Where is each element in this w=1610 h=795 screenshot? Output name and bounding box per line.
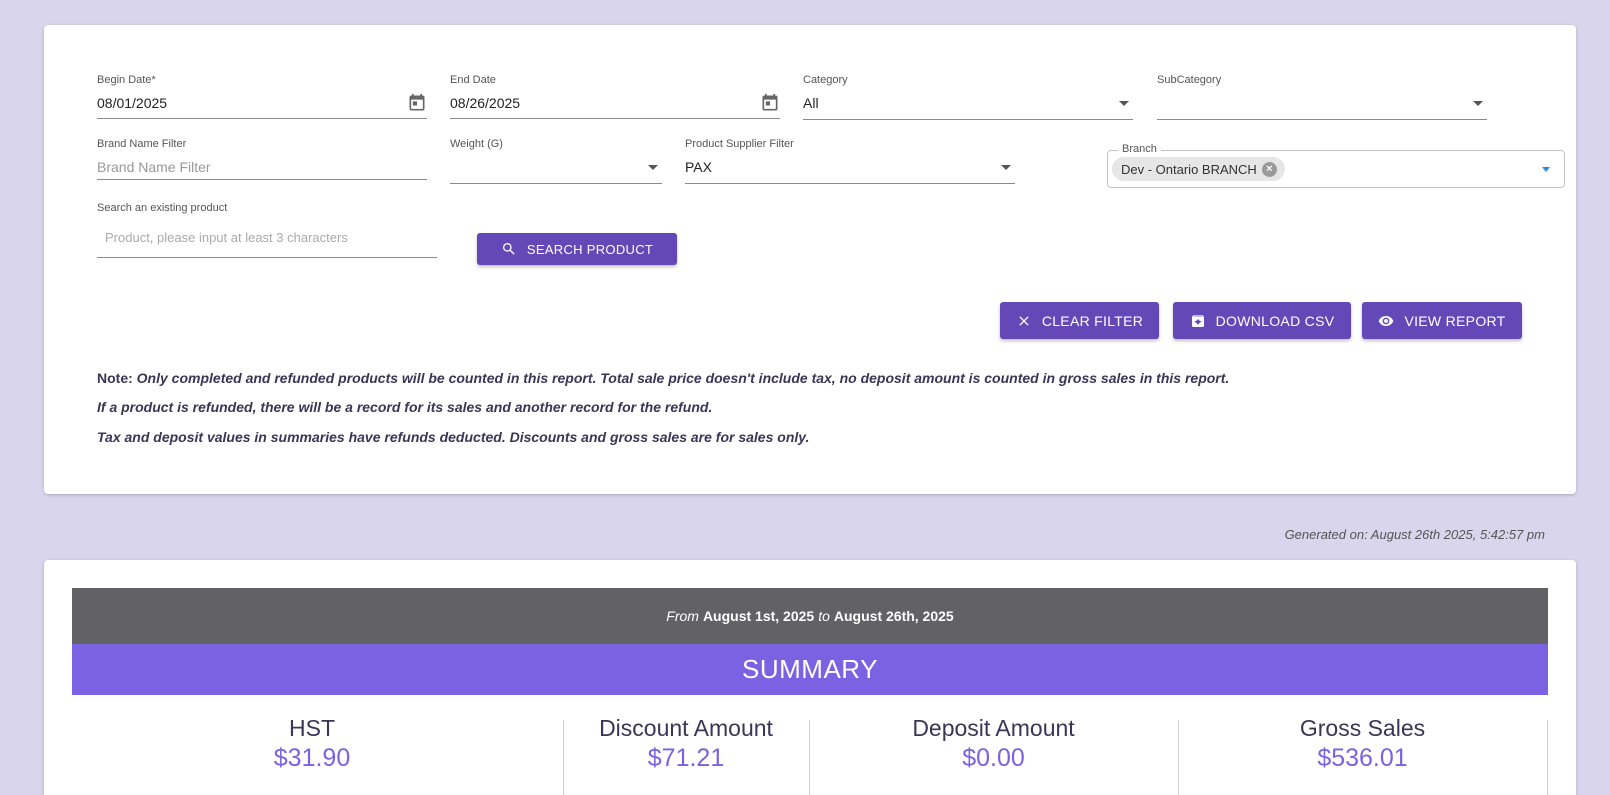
- range-to-date: August 26th, 2025: [833, 608, 954, 624]
- close-icon[interactable]: ×: [1261, 161, 1277, 177]
- search-product-label: SEARCH PRODUCT: [526, 241, 654, 257]
- stat-deposit-amount: Deposit Amount $0.00: [809, 715, 1178, 795]
- subcategory-select[interactable]: SubCategory: [1157, 74, 1487, 120]
- product-search-input[interactable]: Product, please input at least 3 charact…: [105, 230, 348, 245]
- product-supplier-label: Product Supplier Filter: [685, 138, 794, 150]
- weight-select[interactable]: Weight (G): [450, 138, 662, 184]
- clear-filter-button[interactable]: CLEAR FILTER: [1000, 302, 1159, 339]
- brand-name-filter[interactable]: Brand Name Filter Brand Name Filter: [97, 138, 427, 180]
- stat-value: $71.21: [647, 744, 725, 772]
- begin-date-field[interactable]: Begin Date* 08/01/2025: [97, 74, 427, 119]
- range-from-date: August 1st, 2025: [702, 608, 815, 624]
- chevron-down-icon[interactable]: [1473, 101, 1483, 106]
- calendar-icon[interactable]: [760, 93, 780, 113]
- divider: [1547, 720, 1548, 795]
- summary-title: SUMMARY: [72, 644, 1548, 695]
- range-to-label: to: [818, 608, 830, 624]
- note-line-3: Tax and deposit values in summaries have…: [97, 429, 810, 445]
- category-select[interactable]: Category All: [803, 74, 1133, 120]
- calendar-icon[interactable]: [407, 93, 427, 113]
- stat-gross-sales: Gross Sales $536.01: [1178, 715, 1547, 795]
- search-product-button[interactable]: SEARCH PRODUCT: [477, 233, 677, 265]
- weight-label: Weight (G): [450, 138, 503, 150]
- branch-select[interactable]: Branch Dev - Ontario BRANCH ×: [1107, 143, 1565, 188]
- stat-title: Deposit Amount: [912, 715, 1075, 741]
- date-range-bar: From August 1st, 2025 to August 26th, 20…: [72, 588, 1548, 644]
- report-card: From August 1st, 2025 to August 26th, 20…: [44, 560, 1576, 795]
- note-line-1: Note: Only completed and refunded produc…: [97, 370, 1229, 386]
- view-report-button[interactable]: VIEW REPORT: [1362, 302, 1522, 339]
- subcategory-label: SubCategory: [1157, 74, 1222, 86]
- branch-label: Branch: [1118, 143, 1161, 155]
- brand-name-placeholder[interactable]: Brand Name Filter: [97, 159, 211, 175]
- chevron-down-icon[interactable]: [1001, 165, 1011, 170]
- chevron-down-icon[interactable]: [1119, 101, 1129, 106]
- archive-icon: [1191, 314, 1204, 327]
- generated-timestamp: Generated on: August 26th 2025, 5:42:57 …: [1284, 527, 1545, 542]
- stat-discount-amount: Discount Amount $71.21: [563, 715, 809, 795]
- view-report-label: VIEW REPORT: [1404, 312, 1506, 329]
- download-csv-button[interactable]: DOWNLOAD CSV: [1173, 302, 1351, 339]
- end-date-label: End Date: [450, 74, 496, 86]
- end-date-value[interactable]: 08/26/2025: [450, 95, 520, 111]
- branch-chip[interactable]: Dev - Ontario BRANCH ×: [1112, 157, 1285, 181]
- stat-title: HST: [289, 715, 335, 741]
- close-icon: [1019, 315, 1029, 326]
- filter-card: Begin Date* 08/01/2025 End Date 08/26/20…: [44, 25, 1576, 494]
- note-line-2: If a product is refunded, there will be …: [97, 399, 713, 415]
- note-prefix: Note:: [97, 370, 133, 386]
- product-search-label: Search an existing product: [97, 202, 228, 214]
- begin-date-label: Begin Date*: [97, 74, 156, 86]
- begin-date-value[interactable]: 08/01/2025: [97, 95, 167, 111]
- product-supplier-select[interactable]: Product Supplier Filter PAX: [685, 138, 1015, 184]
- range-from-label: From: [666, 608, 699, 624]
- stat-title: Discount Amount: [599, 715, 773, 741]
- eye-icon: [1379, 315, 1394, 326]
- product-supplier-value: PAX: [685, 159, 712, 175]
- note-text-1: Only completed and refunded products wil…: [132, 370, 1230, 386]
- stat-value: $31.90: [273, 744, 351, 772]
- stat-value: $0.00: [962, 744, 1025, 772]
- stat-hst: HST $31.90: [182, 715, 442, 795]
- branch-chip-label: Dev - Ontario BRANCH: [1121, 161, 1257, 177]
- product-search-field[interactable]: Search an existing product Product, plea…: [97, 202, 437, 258]
- stat-value: $536.01: [1317, 744, 1408, 772]
- search-icon: [502, 243, 515, 255]
- brand-name-label: Brand Name Filter: [97, 138, 187, 150]
- category-label: Category: [803, 74, 848, 86]
- end-date-field[interactable]: End Date 08/26/2025: [450, 74, 780, 119]
- clear-filter-label: CLEAR FILTER: [1041, 312, 1144, 329]
- stat-title: Gross Sales: [1299, 715, 1426, 741]
- download-csv-label: DOWNLOAD CSV: [1215, 312, 1335, 329]
- chevron-down-icon[interactable]: [648, 165, 658, 170]
- category-value: All: [803, 95, 819, 111]
- chevron-down-icon[interactable]: [1542, 167, 1550, 172]
